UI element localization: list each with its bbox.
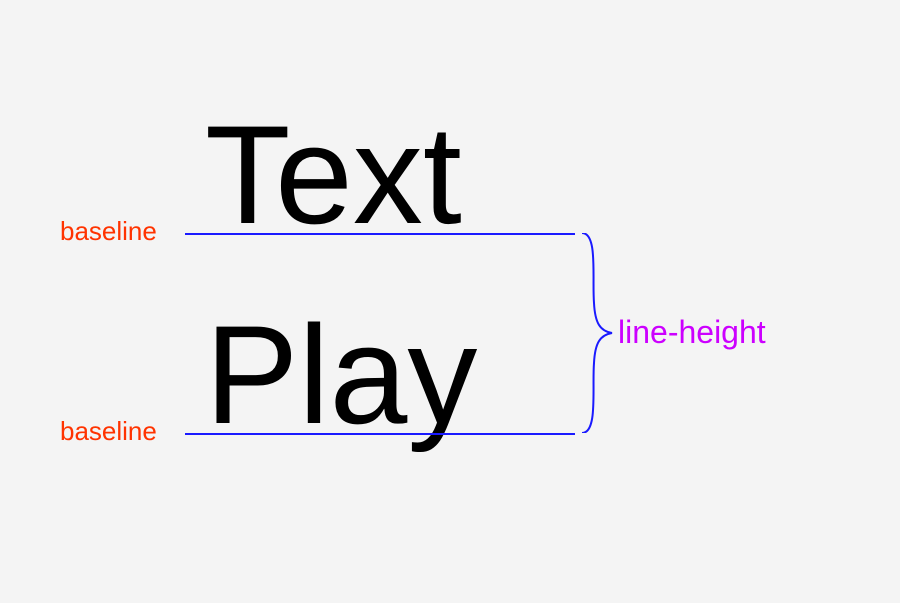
sample-word-top: Text [205, 105, 462, 245]
brace-icon [580, 233, 620, 433]
baseline-label-bottom: baseline [60, 416, 157, 447]
sample-word-bottom: Play [205, 305, 477, 445]
baseline-label-top: baseline [60, 216, 157, 247]
baseline-rule-top [185, 233, 575, 235]
line-height-diagram: Text Play baseline baseline line-height [0, 0, 900, 603]
line-height-label: line-height [618, 314, 766, 351]
baseline-rule-bottom [185, 433, 575, 435]
